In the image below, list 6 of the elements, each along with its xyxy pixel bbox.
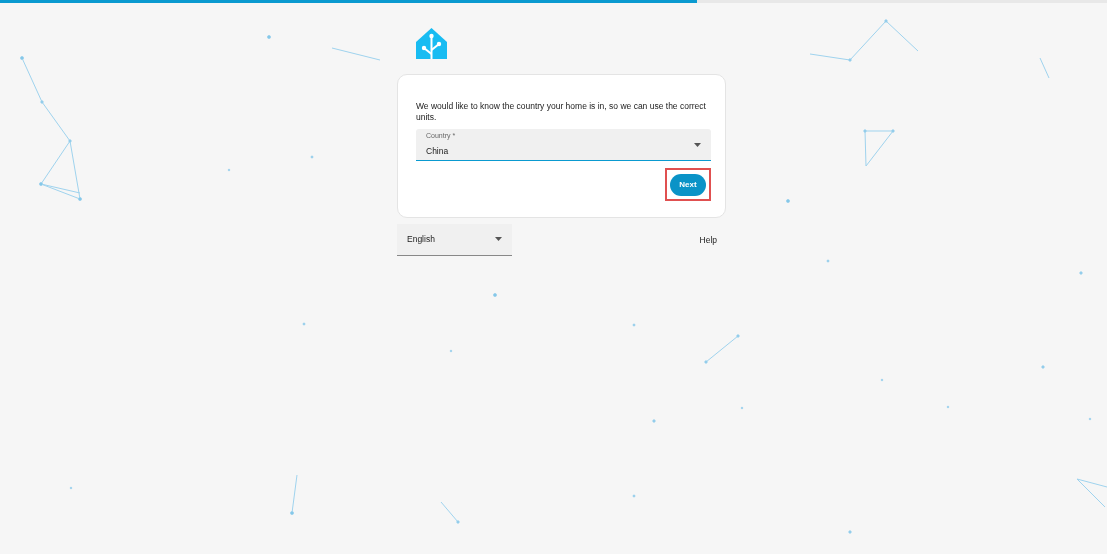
language-select[interactable]: English: [397, 223, 512, 256]
caret-icon: [495, 237, 502, 241]
country-prompt-text: We would like to know the country your home is in, so we can use the correct units.: [416, 101, 707, 123]
house-logo-icon: [415, 27, 448, 60]
help-link[interactable]: Help: [699, 234, 717, 245]
caret-icon: [694, 142, 701, 147]
